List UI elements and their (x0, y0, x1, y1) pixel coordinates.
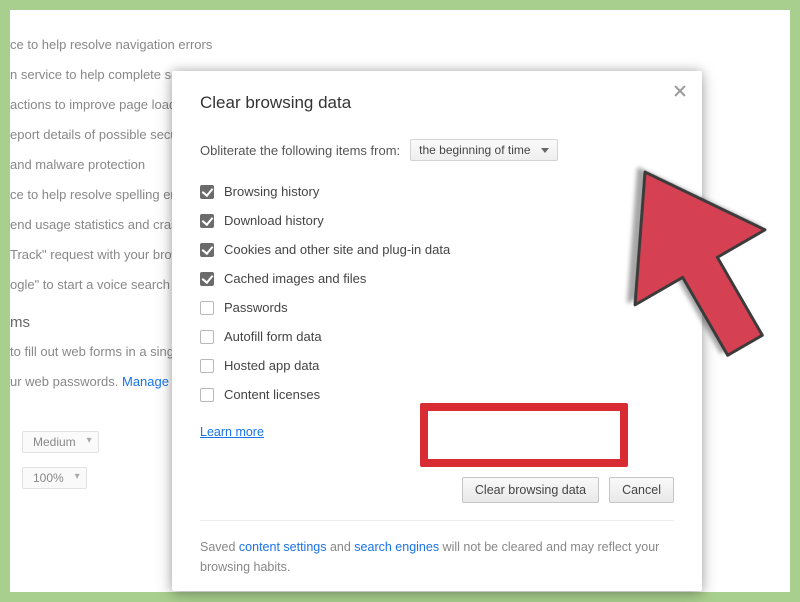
check-row-content-licenses: Content licenses (200, 380, 674, 409)
dialog-title: Clear browsing data (200, 93, 674, 113)
check-label: Autofill form data (224, 329, 322, 344)
checkbox-list: Browsing history Download history Cookie… (200, 177, 674, 409)
check-label: Passwords (224, 300, 288, 315)
check-label: Browsing history (224, 184, 319, 199)
check-label: Hosted app data (224, 358, 319, 373)
time-range-value: the beginning of time (419, 143, 530, 157)
obliterate-label: Obliterate the following items from: (200, 143, 400, 158)
check-label: Content licenses (224, 387, 320, 402)
dialog-actions: Clear browsing data Cancel (462, 477, 674, 503)
close-icon[interactable] (672, 83, 688, 99)
bg-line: ce to help resolve navigation errors (10, 30, 790, 60)
checkbox[interactable] (200, 185, 214, 199)
check-row-download-history: Download history (200, 206, 674, 235)
checkbox[interactable] (200, 388, 214, 402)
clear-browsing-data-dialog: Clear browsing data Obliterate the follo… (172, 71, 702, 591)
time-range-row: Obliterate the following items from: the… (200, 139, 674, 161)
check-row-hosted-app: Hosted app data (200, 351, 674, 380)
checkbox[interactable] (200, 243, 214, 257)
search-engines-link[interactable]: search engines (354, 540, 439, 554)
check-row-cookies: Cookies and other site and plug-in data (200, 235, 674, 264)
learn-more-link[interactable]: Learn more (200, 425, 264, 439)
check-label: Cached images and files (224, 271, 366, 286)
page-zoom-select[interactable]: 100% (22, 467, 87, 489)
cancel-button[interactable]: Cancel (609, 477, 674, 503)
checkbox[interactable] (200, 330, 214, 344)
check-row-cached: Cached images and files (200, 264, 674, 293)
check-row-browsing-history: Browsing history (200, 177, 674, 206)
check-row-passwords: Passwords (200, 293, 674, 322)
checkbox[interactable] (200, 214, 214, 228)
check-row-autofill: Autofill form data (200, 322, 674, 351)
content-settings-link[interactable]: content settings (239, 540, 327, 554)
check-label: Download history (224, 213, 324, 228)
checkbox[interactable] (200, 359, 214, 373)
chevron-down-icon (541, 148, 549, 153)
check-label: Cookies and other site and plug-in data (224, 242, 450, 257)
clear-browsing-data-button[interactable]: Clear browsing data (462, 477, 599, 503)
time-range-select[interactable]: the beginning of time (410, 139, 557, 161)
font-size-select[interactable]: Medium (22, 431, 99, 453)
checkbox[interactable] (200, 301, 214, 315)
checkbox[interactable] (200, 272, 214, 286)
dialog-footer-note: Saved content settings and search engine… (200, 520, 674, 577)
